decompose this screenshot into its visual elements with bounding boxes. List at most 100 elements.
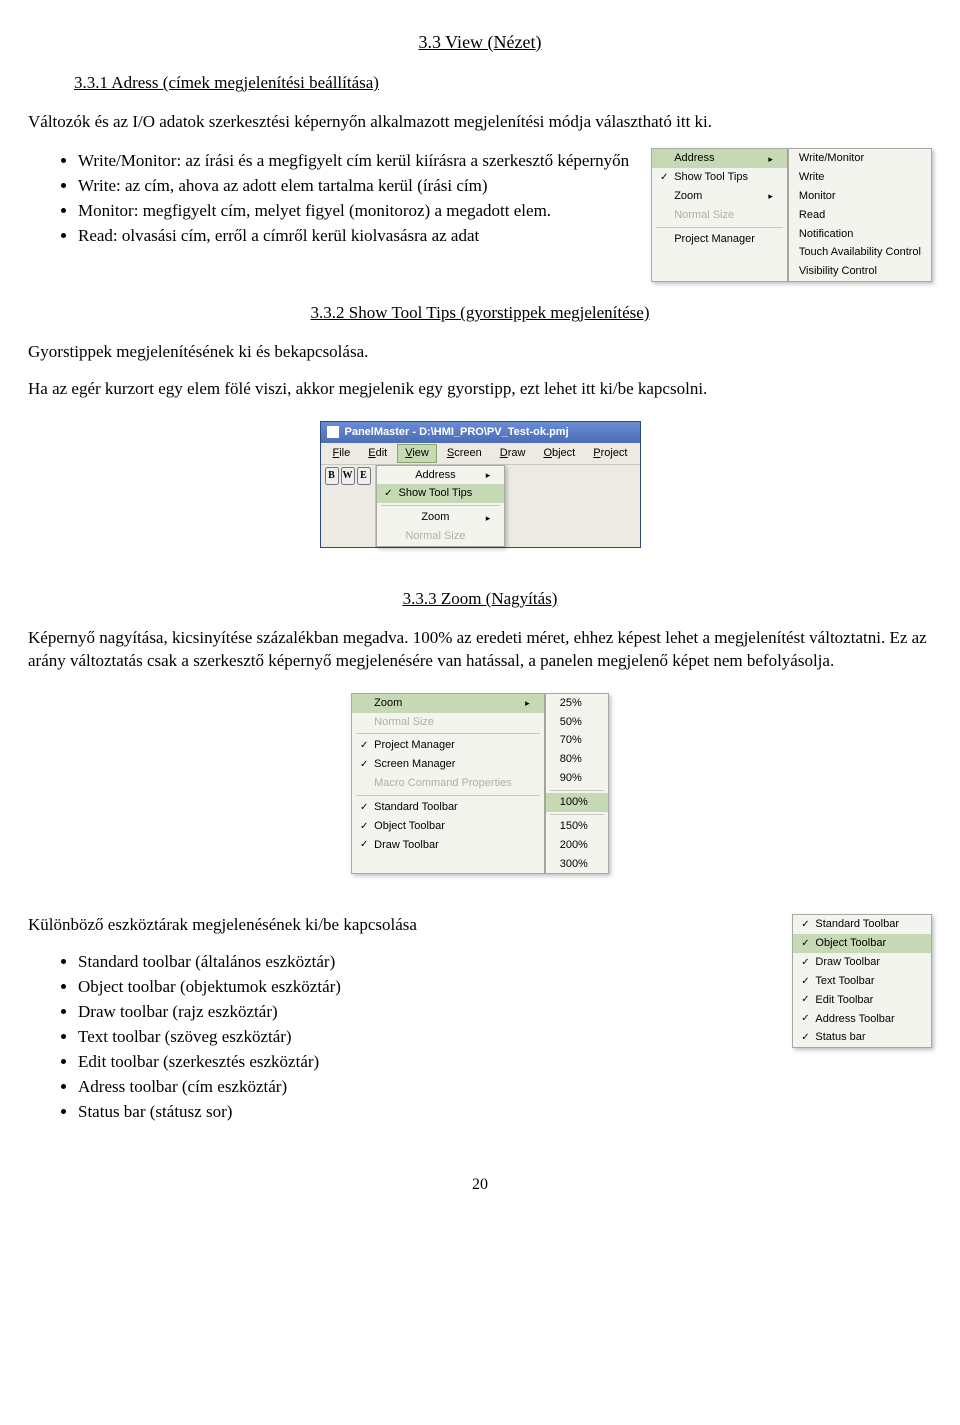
figure-toolbar-menu: ✓Standard Toolbar✓Object Toolbar✓Draw To… [792, 914, 932, 1048]
check-icon: ✓ [797, 1012, 813, 1026]
menu-item: Macro Command Properties [352, 774, 544, 793]
zoom-paragraph: Képernyő nagyítása, kicsinyítése százalé… [28, 627, 932, 673]
check-icon: ✓ [797, 1031, 813, 1045]
submenu-item[interactable]: Write/Monitor [789, 149, 931, 168]
menu-item-label: Normal Size [372, 715, 520, 730]
menu-item: Normal Size [652, 206, 787, 225]
zoom-option[interactable]: 80% [546, 750, 608, 769]
submenu-item[interactable]: Touch Availability Control [789, 243, 931, 262]
menubar-item[interactable]: Screen [439, 444, 490, 463]
submenu-item[interactable]: Visibility Control [789, 262, 931, 281]
menubar-item[interactable]: Project [585, 444, 635, 463]
menubar-item[interactable]: Draw [492, 444, 534, 463]
window-title-text: PanelMaster - D:\HMI_PRO\PV_Test-ok.pmj [345, 425, 569, 440]
menu-item[interactable]: Zoom▸ [377, 508, 505, 527]
menu-item-label: Draw Toolbar [372, 838, 520, 853]
menu-item: Normal Size [377, 527, 505, 546]
menu-item[interactable]: ✓Text Toolbar [793, 972, 931, 991]
menu-item-label: Project Manager [372, 738, 520, 753]
tooltip-paragraph-2: Ha az egér kurzort egy elem fölé viszi, … [28, 378, 932, 401]
menubar-item[interactable]: File [325, 444, 359, 463]
menu-item[interactable]: Zoom▸ [652, 187, 787, 206]
toolbar-button[interactable]: B [325, 467, 339, 485]
menubar-item[interactable]: Object [535, 444, 583, 463]
menu-item[interactable]: ✓Status bar [793, 1028, 931, 1047]
menu-item[interactable]: ✓Address Toolbar [793, 1010, 931, 1029]
zoom-option[interactable]: 150% [546, 817, 608, 836]
submenu-arrow-icon: ▸ [763, 190, 773, 202]
zoom-option[interactable]: 300% [546, 855, 608, 874]
list-item: Standard toolbar (általános eszköztár) [78, 951, 780, 974]
menu-item[interactable]: Address▸ [377, 466, 505, 485]
menu-item-label: Address [397, 468, 481, 483]
check-icon: ✓ [356, 838, 372, 852]
menubar-item[interactable]: Edit [360, 444, 395, 463]
menu-item[interactable]: ✓Project Manager [352, 736, 544, 755]
intro-paragraph: Változók és az I/O adatok szerkesztési k… [28, 111, 932, 134]
subsection-1-title: 3.3.1 Adress (címek megjelenítési beállí… [74, 73, 379, 92]
menu-item-label: Zoom [397, 510, 481, 525]
menu-item[interactable]: Project Manager [652, 230, 787, 249]
menu-item-label: Project Manager [672, 232, 763, 247]
zoom-option[interactable]: 200% [546, 836, 608, 855]
toolbar-button[interactable]: E [357, 467, 371, 485]
menu-item-label: Object Toolbar [813, 936, 907, 951]
submenu-arrow-icon: ▸ [480, 512, 490, 524]
zoom-option[interactable]: 25% [546, 694, 608, 713]
subsection-3-title: 3.3.3 Zoom (Nagyítás) [403, 589, 558, 608]
window-titlebar: PanelMaster - D:\HMI_PRO\PV_Test-ok.pmj [321, 422, 640, 443]
submenu-arrow-icon: ▸ [520, 697, 530, 709]
submenu-item[interactable]: Monitor [789, 187, 931, 206]
menu-item[interactable]: ✓Object Toolbar [352, 817, 544, 836]
check-icon: ✓ [656, 171, 672, 185]
menu-item[interactable]: ✓Show Tool Tips [652, 168, 787, 187]
menubar[interactable]: FileEditViewScreenDrawObjectProject [321, 443, 640, 465]
menu-separator [550, 790, 604, 791]
menu-item[interactable]: ✓Standard Toolbar [793, 915, 931, 934]
submenu-item[interactable]: Notification [789, 225, 931, 244]
zoom-option[interactable]: 100% [546, 793, 608, 812]
menu-separator [550, 814, 604, 815]
list-item: Read: olvasási cím, erről a címről kerül… [78, 225, 639, 248]
list-item: Edit toolbar (szerkesztés eszköztár) [78, 1051, 780, 1074]
zoom-option[interactable]: 70% [546, 731, 608, 750]
menu-item[interactable]: ✓Standard Toolbar [352, 798, 544, 817]
menu-item[interactable]: ✓Draw Toolbar [793, 953, 931, 972]
menu-item: Normal Size [352, 713, 544, 732]
address-option-list: Write/Monitor: az írási és a megfigyelt … [28, 150, 639, 248]
menu-item[interactable]: Address▸ [652, 149, 787, 168]
menu-item[interactable]: ✓Object Toolbar [793, 934, 931, 953]
list-item: Text toolbar (szöveg eszköztár) [78, 1026, 780, 1049]
toolbar-list: Standard toolbar (általános eszköztár)Ob… [28, 951, 780, 1124]
check-icon: ✓ [356, 758, 372, 772]
zoom-option[interactable]: 90% [546, 769, 608, 788]
menu-item-label: Macro Command Properties [372, 776, 520, 791]
list-item: Draw toolbar (rajz eszköztár) [78, 1001, 780, 1024]
list-item: Write/Monitor: az írási és a megfigyelt … [78, 150, 639, 173]
list-item: Object toolbar (objektumok eszköztár) [78, 976, 780, 999]
toolbars-paragraph: Különböző eszköztárak megjelenésének ki/… [28, 914, 780, 937]
zoom-option[interactable]: 50% [546, 713, 608, 732]
check-icon: ✓ [356, 739, 372, 753]
page-number: 20 [28, 1174, 932, 1196]
menubar-item[interactable]: View [397, 444, 437, 463]
submenu-arrow-icon: ▸ [763, 153, 773, 165]
submenu-item[interactable]: Write [789, 168, 931, 187]
app-icon [327, 426, 339, 438]
toolbar-button[interactable]: W [341, 467, 355, 485]
check-icon: ✓ [797, 975, 813, 989]
section-title: 3.3 View (Nézet) [418, 32, 541, 52]
submenu-item[interactable]: Read [789, 206, 931, 225]
menu-item[interactable]: Zoom▸ [352, 694, 544, 713]
menu-item-label: Address [672, 151, 763, 166]
menu-item[interactable]: ✓Screen Manager [352, 755, 544, 774]
toolbar[interactable]: BWE [321, 465, 376, 547]
menu-item-label: Draw Toolbar [813, 955, 907, 970]
menu-item-label: Normal Size [397, 529, 481, 544]
menu-item[interactable]: ✓Show Tool Tips [377, 484, 505, 503]
menu-item[interactable]: ✓Edit Toolbar [793, 991, 931, 1010]
menu-item-label: Text Toolbar [813, 974, 907, 989]
list-item: Adress toolbar (cím eszköztár) [78, 1076, 780, 1099]
menu-separator [356, 733, 540, 734]
menu-item[interactable]: ✓Draw Toolbar [352, 836, 544, 855]
